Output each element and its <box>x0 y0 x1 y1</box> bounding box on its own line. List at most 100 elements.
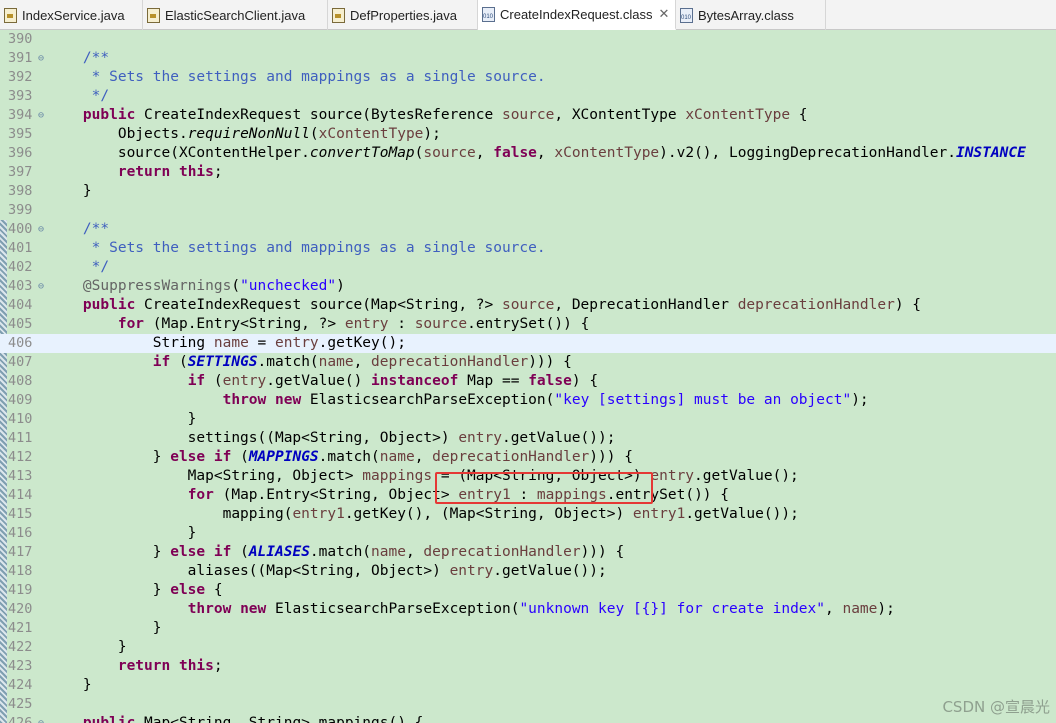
code-line[interactable]: 407 if (SETTINGS.match(name, deprecation… <box>0 353 1056 372</box>
line-number: 411 <box>8 430 33 446</box>
code-token: { <box>205 582 223 598</box>
code-token: /** <box>48 221 110 237</box>
code-line[interactable]: 426 ⊖ public Map<String, String> mappings… <box>0 714 1056 723</box>
tab-elasticsearchclient-java[interactable]: ElasticSearchClient.java <box>143 0 328 30</box>
code-editor[interactable]: 390 391 ⊖ /** 392 * Sets the settings and m… <box>0 30 1056 723</box>
code-token: ); <box>851 392 869 408</box>
code-token: ))) { <box>528 354 572 370</box>
code-line[interactable]: 409 throw new ElasticsearchParseExceptio… <box>0 391 1056 410</box>
fold-toggle-icon[interactable]: ⊖ <box>38 220 44 239</box>
code-text: } <box>48 410 197 429</box>
code-line[interactable]: 393 */ <box>0 87 1056 106</box>
code-token: entry <box>449 563 494 579</box>
line-number: 412 <box>8 449 33 465</box>
code-token: false <box>528 373 572 389</box>
code-line[interactable]: 394 ⊖ public CreateIndexRequest source(By… <box>0 106 1056 125</box>
code-text: public Map<String, String> mappings() { <box>48 714 423 723</box>
code-line[interactable]: 424 } <box>0 676 1056 695</box>
line-number: 423 <box>8 658 33 674</box>
line-number: 405 <box>8 316 33 332</box>
code-line[interactable]: 392 * Sets the settings and mappings as … <box>0 68 1056 87</box>
code-text: } <box>48 619 162 638</box>
code-token: public <box>82 107 136 123</box>
tab-indexservice-java[interactable]: IndexService.java <box>0 0 143 30</box>
tab-createindexrequest-class[interactable]: CreateIndexRequest.class ✕ <box>478 0 676 30</box>
code-token: entry <box>222 373 267 389</box>
code-token: ALIASES <box>248 544 310 560</box>
code-text: } else { <box>48 581 223 600</box>
line-number: 391 <box>8 50 33 66</box>
code-line[interactable]: 404 public CreateIndexRequest source(Map… <box>0 296 1056 315</box>
code-token: mapping( <box>48 506 293 522</box>
code-line[interactable]: 417 } else if (ALIASES.match(name, depre… <box>0 543 1056 562</box>
code-line[interactable]: 422 } <box>0 638 1056 657</box>
code-line[interactable]: 397 return this; <box>0 163 1056 182</box>
code-line[interactable]: 399 <box>0 201 1056 220</box>
fold-toggle-icon[interactable]: ⊖ <box>38 106 44 125</box>
code-token: if <box>152 354 171 370</box>
tab-bytesarray-class[interactable]: BytesArray.class <box>676 0 826 30</box>
code-line[interactable]: 401 * Sets the settings and mappings as … <box>0 239 1056 258</box>
fold-toggle-icon[interactable]: ⊖ <box>38 714 44 723</box>
code-line[interactable]: 390 <box>0 30 1056 49</box>
code-token: { <box>790 107 808 123</box>
code-token: , <box>353 354 372 370</box>
code-line[interactable]: 410 } <box>0 410 1056 429</box>
line-number: 414 <box>8 487 33 503</box>
code-line[interactable]: 411 settings((Map<String, Object>) entry… <box>0 429 1056 448</box>
code-token: (Map.Entry<String, Object> <box>213 487 459 503</box>
code-line[interactable]: 408 if (entry.getValue() instanceof Map … <box>0 372 1056 391</box>
code-line[interactable]: 403 ⊖ @SuppressWarnings("unchecked") <box>0 277 1056 296</box>
code-line[interactable]: 419 } else { <box>0 581 1056 600</box>
code-line[interactable]: 418 aliases((Map<String, Object>) entry.… <box>0 562 1056 581</box>
code-token: new <box>240 601 267 617</box>
code-text: throw new ElasticsearchParseException("k… <box>48 391 869 410</box>
code-line[interactable]: 421 } <box>0 619 1056 638</box>
code-line[interactable]: 415 mapping(entry1.getKey(), (Map<String… <box>0 505 1056 524</box>
code-line[interactable]: 400 ⊖ /** <box>0 220 1056 239</box>
code-token: } <box>48 620 162 636</box>
code-token: false <box>493 145 537 161</box>
code-token: source <box>501 297 555 313</box>
code-token: CreateIndexRequest source(Map<String, ?> <box>135 297 502 313</box>
code-token: ); <box>423 126 441 142</box>
code-token: .getKey(), (Map<String, Object>) <box>344 506 633 522</box>
code-token: MAPPINGS <box>248 449 319 465</box>
fold-toggle-icon[interactable]: ⊖ <box>38 49 44 68</box>
code-token: ) { <box>571 373 599 389</box>
code-token: name <box>318 354 354 370</box>
tab-label: IndexService.java <box>22 7 125 23</box>
code-text: Map<String, Object> mappings = (Map<Stri… <box>48 467 799 486</box>
code-line[interactable]: 406 String name = entry.getKey(); <box>0 334 1056 353</box>
code-line[interactable]: 405 for (Map.Entry<String, ?> entry : so… <box>0 315 1056 334</box>
tab-defproperties-java[interactable]: DefProperties.java <box>328 0 478 30</box>
code-token: deprecationHandler <box>432 449 590 465</box>
code-line[interactable]: 402 */ <box>0 258 1056 277</box>
code-line[interactable]: 391 ⊖ /** <box>0 49 1056 68</box>
code-line[interactable]: 425 <box>0 695 1056 714</box>
fold-toggle-icon[interactable]: ⊖ <box>38 277 44 296</box>
code-line[interactable]: 398 } <box>0 182 1056 201</box>
code-line[interactable]: 412 } else if (MAPPINGS.match(name, depr… <box>0 448 1056 467</box>
code-line[interactable]: 423 return this; <box>0 657 1056 676</box>
close-tab-icon[interactable]: ✕ <box>658 6 669 22</box>
line-number: 394 <box>8 107 33 123</box>
code-token: .getValue()); <box>493 563 607 579</box>
code-text: * Sets the settings and mappings as a si… <box>48 68 546 87</box>
code-line[interactable]: 395 Objects.requireNonNull(xContentType)… <box>0 125 1056 144</box>
code-token: entry <box>458 430 502 446</box>
code-line[interactable]: 420 throw new ElasticsearchParseExceptio… <box>0 600 1056 619</box>
code-token: , DeprecationHandler <box>554 297 738 313</box>
code-token: entry1 <box>292 506 345 522</box>
code-line[interactable]: 396 source(XContentHelper.convertToMap(s… <box>0 144 1056 163</box>
code-text: /** <box>48 49 109 68</box>
line-number: 406 <box>8 335 33 351</box>
java-file-icon <box>147 7 160 23</box>
code-token: else <box>170 544 206 560</box>
code-line[interactable]: 416 } <box>0 524 1056 543</box>
